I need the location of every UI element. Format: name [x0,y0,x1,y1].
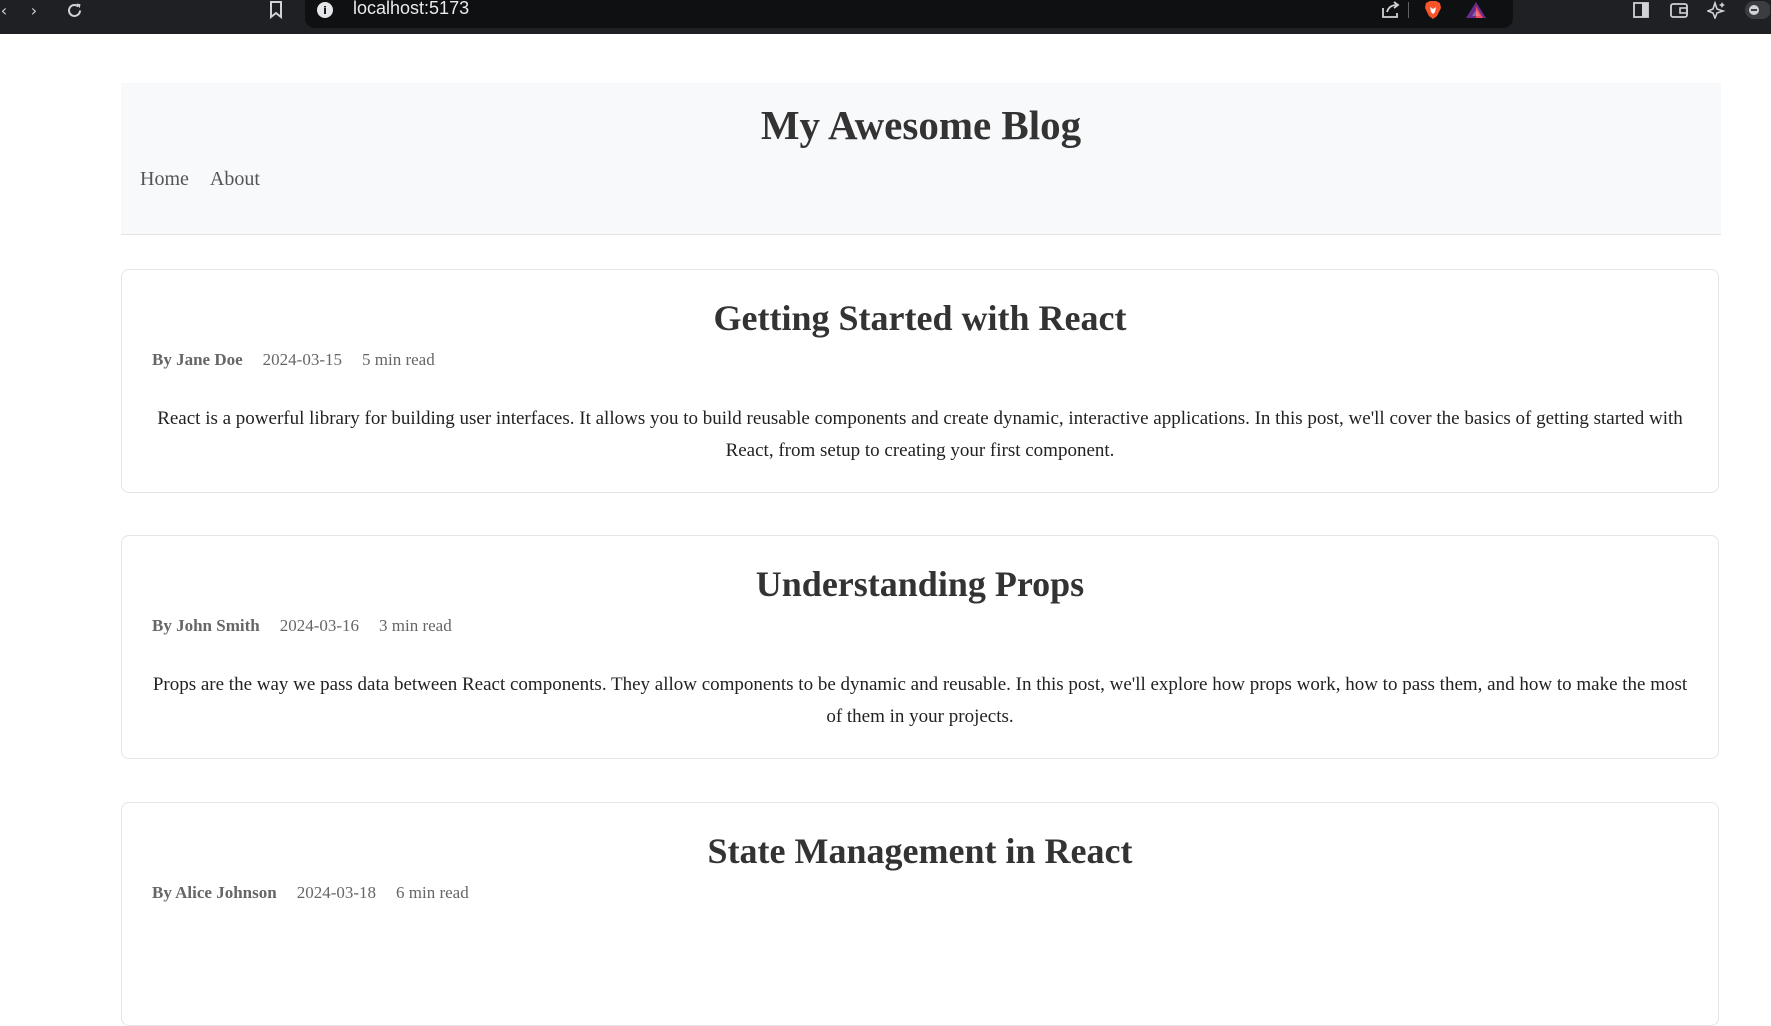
wallet-icon[interactable] [1669,0,1689,20]
address-divider [1408,2,1409,18]
post-date: 2024-03-15 [262,350,342,369]
site-header: My Awesome Blog Home About [121,83,1721,235]
site-title: My Awesome Blog [760,102,1082,148]
post-excerpt: Props are the way we pass data between R… [152,674,1688,727]
bookmark-icon[interactable] [266,0,286,20]
share-icon[interactable] [1379,0,1401,20]
post-author: By Alice Johnson [152,883,277,902]
post-read-time: 6 min read [396,883,469,902]
nav-link-about[interactable]: About [210,168,260,191]
forward-icon[interactable]: › [26,0,42,20]
browser-toolbar: ‹ › i localhost:5173 [0,0,1771,34]
post-title[interactable]: Getting Started with React [122,297,1718,339]
back-icon[interactable]: ‹ [0,0,12,20]
post-date: 2024-03-16 [279,616,360,635]
post-author: By John Smith [152,616,260,635]
post-read-time: 5 min read [362,350,435,369]
post-author: By Jane Doe [152,350,243,369]
post-title[interactable]: State Management in React [122,830,1718,872]
site-info-icon[interactable]: i [317,2,333,18]
post-title[interactable]: Understanding Props [122,563,1718,605]
address-bar[interactable]: i localhost:5173 [305,0,1513,28]
address-url: localhost:5173 [353,0,470,18]
rewards-triangle-icon[interactable] [1464,0,1488,20]
post-meta: By Jane Doe 2024-03-15 5 min read [152,350,435,370]
post-read-time: 3 min read [379,616,452,635]
reload-icon[interactable] [64,0,84,20]
post-card: Getting Started with React By Jane Doe 2… [121,269,1719,493]
profile-icon[interactable] [1744,0,1770,20]
page-content: My Awesome Blog Home About Getting Start… [0,34,1771,1026]
post-meta: By Alice Johnson 2024-03-18 6 min read [152,883,469,903]
sidebar-icon[interactable] [1631,0,1651,20]
nav-link-home[interactable]: Home [140,168,189,191]
post-excerpt: React is a powerful library for building… [157,408,1683,461]
post-meta: By John Smith 2024-03-16 3 min read [152,616,452,636]
post-date: 2024-03-18 [296,883,377,902]
leo-ai-icon[interactable] [1706,0,1728,20]
main-nav: Home About [140,168,260,191]
post-card: State Management in React By Alice Johns… [121,802,1719,1026]
brave-shield-icon[interactable] [1422,0,1444,20]
post-card: Understanding Props By John Smith 2024-0… [121,535,1719,759]
